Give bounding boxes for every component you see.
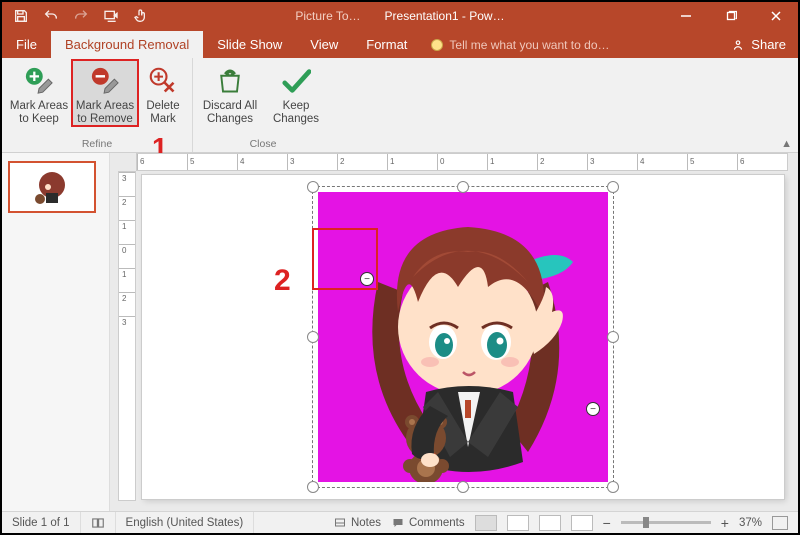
tab-background-removal[interactable]: Background Removal (51, 31, 203, 58)
notes-icon (333, 517, 347, 529)
thumbnail-number: 1 (0, 161, 2, 173)
normal-view-button[interactable] (475, 515, 497, 531)
slideshow-view-button[interactable] (571, 515, 593, 531)
zoom-level[interactable]: 37% (739, 517, 762, 529)
slide-editor: 6543210123456 3210123 (110, 153, 798, 511)
collapse-ribbon-icon[interactable]: ▲ (781, 138, 792, 150)
thumbnail-preview-icon (22, 167, 82, 207)
fit-to-window-button[interactable] (772, 516, 788, 530)
resize-handle-tl[interactable] (307, 181, 319, 193)
book-icon (91, 516, 105, 530)
tab-format[interactable]: Format (352, 31, 421, 58)
document-title: Presentation1 - Pow… (385, 9, 505, 23)
start-from-beginning-icon[interactable] (102, 7, 120, 25)
remove-marker[interactable]: − (586, 402, 600, 416)
horizontal-ruler[interactable]: 6543210123456 (136, 153, 788, 171)
lightbulb-icon (431, 39, 443, 51)
resize-handle-r[interactable] (607, 331, 619, 343)
group-label-refine: Refine (82, 138, 112, 152)
status-language[interactable]: English (United States) (116, 512, 255, 533)
share-icon (731, 38, 745, 52)
minimize-button[interactable] (663, 2, 708, 30)
vertical-ruler[interactable]: 3210123 (118, 171, 136, 501)
save-icon[interactable] (12, 7, 30, 25)
annotation-callout-2: 2 (274, 264, 291, 298)
resize-handle-br[interactable] (607, 481, 619, 493)
ribbon: Mark Areas to Keep Mark Areas to Remove … (2, 58, 798, 153)
keep-changes-button[interactable]: Keep Changes (263, 60, 329, 126)
context-tab-title: Picture To… (295, 9, 360, 23)
redo-icon[interactable] (72, 7, 90, 25)
comments-button[interactable]: Comments (391, 517, 465, 529)
resize-handle-b[interactable] (457, 481, 469, 493)
group-close: Discard All Changes Keep Changes Close (193, 58, 333, 152)
tab-file[interactable]: File (2, 31, 51, 58)
resize-handle-l[interactable] (307, 331, 319, 343)
zoom-slider-knob[interactable] (643, 517, 649, 528)
share-button[interactable]: Share (719, 31, 798, 58)
zoom-in-button[interactable]: + (721, 515, 729, 531)
slide-thumbnail-1[interactable] (8, 161, 96, 213)
tab-view[interactable]: View (296, 31, 352, 58)
mark-areas-to-remove-button[interactable]: Mark Areas to Remove (72, 60, 138, 126)
slide-canvas[interactable]: − − 2 (142, 175, 784, 499)
discard-icon (199, 64, 261, 98)
resize-handle-t[interactable] (457, 181, 469, 193)
mark-areas-to-keep-button[interactable]: Mark Areas to Keep (6, 60, 72, 126)
delete-mark-button[interactable]: Delete Mark (138, 60, 188, 126)
checkmark-icon (265, 64, 327, 98)
delete-mark-icon (140, 64, 186, 98)
selected-image[interactable]: − − 2 (318, 192, 608, 482)
slide-thumbnails-pane[interactable]: 1 (2, 153, 110, 511)
status-bar: Slide 1 of 1 English (United States) Not… (2, 511, 798, 533)
workspace: 1 6543210123456 3210123 (2, 153, 798, 511)
group-label-close: Close (250, 138, 277, 152)
zoom-slider[interactable] (621, 521, 711, 524)
sorter-view-button[interactable] (507, 515, 529, 531)
titlebar: Picture To… Presentation1 - Pow… (2, 2, 798, 30)
minus-pencil-icon (74, 64, 136, 98)
tell-me-search[interactable]: Tell me what you want to do… (421, 32, 619, 58)
resize-handle-bl[interactable] (307, 481, 319, 493)
touch-mode-icon[interactable] (132, 7, 150, 25)
resize-handle-tr[interactable] (607, 181, 619, 193)
comments-icon (391, 517, 405, 529)
close-button[interactable] (753, 2, 798, 30)
status-slide-indicator[interactable]: Slide 1 of 1 (2, 512, 81, 533)
notes-button[interactable]: Notes (333, 517, 381, 529)
ribbon-tabs: File Background Removal Slide Show View … (2, 30, 798, 58)
status-spellcheck[interactable] (81, 512, 116, 533)
restore-button[interactable] (708, 2, 753, 30)
plus-pencil-icon (8, 64, 70, 98)
tab-slide-show[interactable]: Slide Show (203, 31, 296, 58)
zoom-out-button[interactable]: − (603, 515, 611, 531)
undo-icon[interactable] (42, 7, 60, 25)
reading-view-button[interactable] (539, 515, 561, 531)
discard-all-changes-button[interactable]: Discard All Changes (197, 60, 263, 126)
annotation-box-2 (312, 228, 378, 290)
